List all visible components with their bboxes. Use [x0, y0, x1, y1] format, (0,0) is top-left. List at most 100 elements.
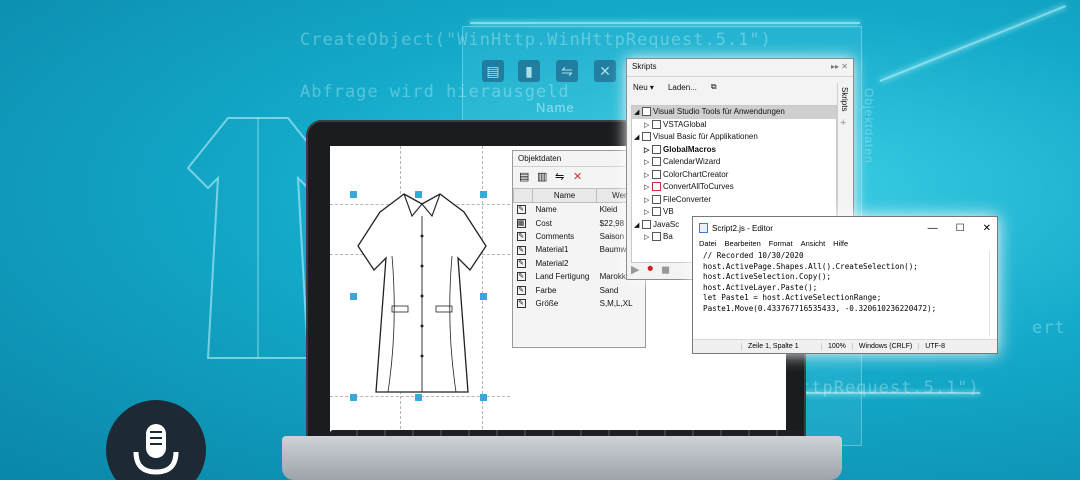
expand-icon[interactable]: ◢ [634, 132, 642, 145]
new-label: Neu [633, 82, 648, 92]
play-icon[interactable]: ▶ [631, 263, 639, 276]
background-side-label: Objektdaten [862, 88, 876, 164]
code-line: host.ActiveLayer.Paste(); [703, 282, 818, 292]
table-row[interactable]: ▦ Cost $22,98 [514, 216, 645, 229]
background-tools-icon: ✕ [594, 60, 616, 82]
collapse-icon[interactable]: ▷ [644, 232, 652, 245]
collapse-icon[interactable]: ▷ [644, 207, 652, 220]
tree-item-label: VSTAGlobal [663, 119, 707, 129]
column-header-name[interactable]: Name [531, 188, 598, 203]
menu-datei[interactable]: Datei [699, 239, 717, 251]
module-icon [652, 194, 661, 204]
code-line: host.ActivePage.Shapes.All().CreateSelec… [703, 261, 918, 271]
clear-icon[interactable]: ✕ [573, 172, 584, 183]
microphone-badge[interactable] [106, 400, 206, 480]
laptop-base [282, 436, 842, 480]
vertical-scrollbar[interactable] [989, 251, 995, 337]
field-name: Farbe [535, 285, 557, 295]
tree-item-calendarwizard[interactable]: ▷ CalendarWizard [632, 156, 836, 169]
panel-controls-icon[interactable]: ▸▸ ✕ [831, 62, 848, 73]
editor-menubar: Datei Bearbeiten Format Ansicht Hilfe [693, 239, 997, 251]
background-code-line-2: Abfrage wird hierausgeld [300, 82, 570, 102]
tree-item-label: ConvertAllToCurves [663, 182, 734, 191]
field-name: Land Fertigung [535, 272, 590, 282]
tree-item-globalmacros[interactable]: ▷ GlobalMacros [632, 144, 836, 157]
selection-handle[interactable] [480, 293, 487, 300]
tree-item-label: VB [663, 207, 674, 216]
module-icon [652, 232, 661, 242]
field-name: Comments [535, 231, 575, 241]
tree-item-fileconverter[interactable]: ▷ FileConverter [632, 194, 836, 207]
background-glow-line [470, 22, 860, 24]
folder-icon [642, 219, 651, 229]
selection-handle[interactable] [415, 394, 422, 401]
code-area[interactable]: // Recorded 10/30/2020 host.ActivePage.Sh… [703, 251, 987, 315]
tree-item-label: ColorChartCreator [663, 169, 729, 179]
properties-icon[interactable]: ⧉ [711, 82, 717, 92]
field-name: Cost [535, 218, 552, 228]
selection-handle[interactable] [480, 394, 487, 401]
table-row[interactable]: ✎ Material1 Baumwoll [514, 243, 645, 256]
code-line: let Paste1 = host.ActiveSelectionRange; [703, 293, 882, 303]
selection-handle[interactable] [350, 293, 357, 300]
transform-icon[interactable]: ⇋ [555, 172, 566, 183]
table-row[interactable]: ✎ Farbe Sand [514, 283, 645, 296]
dress-drawing[interactable] [352, 186, 492, 396]
field-name: Material2 [535, 258, 569, 268]
text-field-icon: ✎ [516, 245, 526, 255]
field-value[interactable]: Sand [597, 283, 645, 296]
menu-format[interactable]: Format [769, 239, 793, 251]
selection-handle[interactable] [415, 191, 422, 198]
tree-item-label: JavaSc [653, 219, 680, 229]
table-row[interactable]: ✎ Comments Saison W5 [514, 230, 645, 243]
selection-handle[interactable] [350, 191, 357, 198]
stop-icon[interactable]: ◼ [661, 263, 670, 276]
maximize-icon[interactable]: ☐ [956, 223, 965, 234]
menu-bearbeiten[interactable]: Bearbeiten [725, 239, 761, 251]
text-field-icon: ✎ [516, 299, 526, 309]
table-row[interactable]: ✎ Material2 [514, 257, 645, 270]
record-icon[interactable]: ⏺ [647, 263, 653, 276]
expand-icon[interactable]: ◢ [634, 107, 642, 120]
tree-item-label: Ba [663, 232, 673, 241]
table-row[interactable]: ✎ Name Kleid [514, 203, 645, 217]
background-code-line-3: ttpRequest.5.1") [800, 378, 980, 398]
menu-hilfe[interactable]: Hilfe [833, 239, 848, 251]
tree-item-vstaglobal[interactable]: ▷ VSTAGlobal [632, 119, 836, 132]
close-icon[interactable]: ✕ [983, 223, 991, 234]
tree-item-label: GlobalMacros [663, 144, 716, 154]
tree-item-vba[interactable]: ◢ Visual Basic für Applikationen [632, 131, 836, 144]
status-zoom: 100% [821, 343, 852, 350]
tree-item-label: CalendarWizard [663, 157, 721, 166]
background-panel-label: Name [536, 100, 575, 115]
table-row[interactable]: ✎ Land Fertigung Marokko [514, 270, 645, 283]
add-icon[interactable]: + [840, 117, 851, 129]
table-row[interactable]: ✎ Größe S,M,L,XL [514, 297, 645, 310]
field-value[interactable]: S,M,L,XL [597, 297, 645, 310]
tree-item-vsta[interactable]: ◢ Visual Studio Tools für Anwendungen [632, 106, 836, 119]
selection-handle[interactable] [480, 191, 487, 198]
menu-ansicht[interactable]: Ansicht [801, 239, 826, 251]
collapse-icon[interactable]: ▷ [644, 157, 652, 170]
folder-icon [642, 132, 651, 142]
number-field-icon: ▦ [516, 218, 526, 228]
field-name: Name [535, 205, 557, 215]
module-icon [652, 119, 661, 129]
info-icon[interactable]: ▥ [537, 172, 548, 183]
tree-item-label: Visual Basic für Applikationen [653, 132, 758, 141]
collapse-icon[interactable]: ▷ [644, 182, 652, 195]
load-button[interactable]: Laden... [668, 83, 697, 92]
document-icon[interactable]: ▤ [519, 172, 530, 183]
side-tab-label: Skripts [840, 87, 849, 112]
editor-titlebar: Script2.js - Editor — ☐ ✕ [693, 217, 997, 239]
tree-item-colorchartcreator[interactable]: ▷ ColorChartCreator [632, 169, 836, 182]
new-menu-button[interactable]: Neu ▾ [633, 83, 654, 92]
tree-item-convertalltocurves[interactable]: ▷ ConvertAllToCurves [632, 181, 836, 194]
background-glow-line [879, 5, 1066, 82]
text-field-icon: ✎ [516, 232, 526, 242]
minimize-icon[interactable]: — [928, 223, 938, 234]
selection-handle[interactable] [350, 394, 357, 401]
expand-icon[interactable]: ◢ [634, 220, 642, 233]
code-line: Paste1.Move(0.433767716535433, -0.320610… [703, 303, 937, 313]
background-document-icon: ▤ [482, 60, 504, 82]
